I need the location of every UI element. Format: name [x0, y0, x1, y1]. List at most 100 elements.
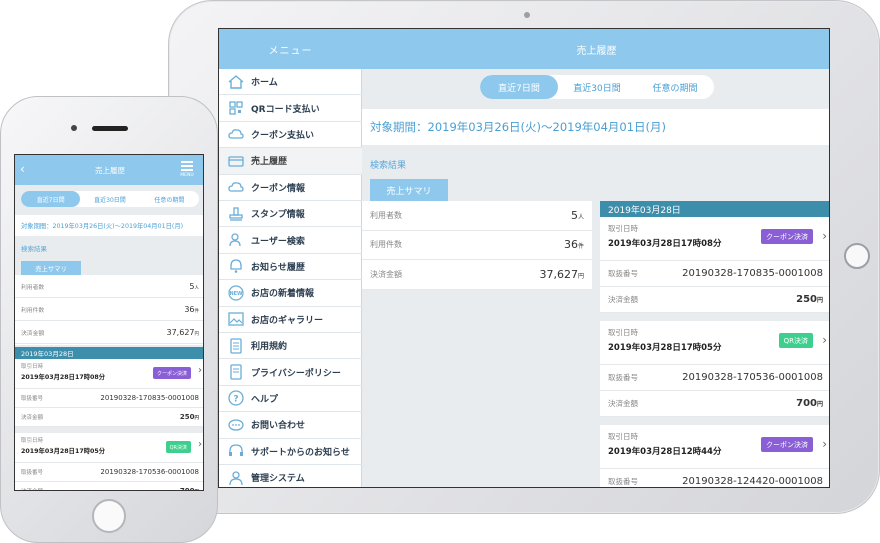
summary-row-count: 利用件数 36件 [362, 231, 592, 260]
sidebar-item[interactable]: お問い合わせ [219, 412, 362, 439]
tablet-screen: メニュー ホーム QRコード支払いクーポン支払い 売上履歴クーポン情報スタンプ情報ユ… [218, 28, 830, 488]
phone-speaker [92, 126, 128, 131]
segment-30days[interactable]: 直近30日間 [80, 191, 139, 207]
segment-custom[interactable]: 任意の期間 [140, 191, 199, 207]
transaction-id-row: 取扱番号 20190328-170536-0001008 [600, 365, 829, 391]
transaction-id: 20190328-170835-0001008 [682, 268, 823, 279]
sales-history-icon [227, 152, 245, 170]
sidebar-item-label: お店の新着情報 [251, 289, 315, 300]
segment-custom[interactable]: 任意の期間 [636, 75, 714, 99]
summary-value: 37,627円 [166, 327, 200, 337]
segment-30days[interactable]: 直近30日間 [558, 75, 636, 99]
transaction-card[interactable]: 取引日時 2019年03月28日17時08分 クーポン決済 › 取扱番号 20190328… [600, 217, 829, 313]
payment-type-badge: QR決済 [778, 333, 813, 348]
menu-label: MENU [180, 173, 194, 178]
transaction-amount-label: 決済金額 [21, 487, 43, 490]
summary-value: 36件 [563, 238, 584, 252]
sidebar-item[interactable]: ユーザー検索 [219, 227, 362, 254]
transaction-amount-row: 決済金額 700円 [15, 482, 203, 491]
sidebar-item[interactable]: サポートからのお知らせ [219, 439, 362, 465]
chevron-right-icon[interactable]: › [198, 365, 202, 376]
payment-type-badge: クーポン決済 [152, 367, 191, 379]
transaction-amount-label: 決済金額 [21, 415, 44, 421]
result-label: 検索結果 [370, 161, 407, 171]
sidebar-item[interactable]: 管理システム [219, 465, 362, 487]
chevron-right-icon[interactable]: › [198, 439, 202, 450]
transaction-id: 20190328-170536-0001008 [682, 372, 823, 383]
sidebar-item-label: 利用規約 [251, 342, 288, 353]
summary-row-amount: 決済金額 37,627円 [15, 321, 203, 344]
terms-icon [227, 337, 245, 355]
tab-sales-summary[interactable]: 売上サマリ [370, 179, 448, 201]
sidebar-item[interactable]: スタンプ情報 [219, 201, 362, 228]
phone-tab-sales-summary[interactable]: 売上サマリ [21, 261, 81, 275]
qr-code-icon [227, 99, 245, 117]
sidebar-title: メニュー [219, 29, 362, 69]
chevron-right-icon[interactable]: › [822, 333, 827, 347]
menu-bar [181, 169, 193, 171]
transaction-id-label: 取扱番号 [21, 470, 44, 476]
main-panel: 売上履歴 直近7日間 直近30日間 任意の期間 対象期間：2019年03月26日… [362, 29, 829, 487]
phone-home-button[interactable] [92, 499, 126, 533]
summary-label: 利用者数 [21, 284, 45, 291]
help-icon: ? [227, 389, 245, 407]
back-chevron-icon[interactable]: ‹ [20, 162, 25, 176]
sidebar-item[interactable]: 売上履歴 [219, 148, 362, 175]
sidebar-item-label: スタンプ情報 [251, 210, 305, 221]
sidebar-item[interactable]: 利用規約 [219, 333, 362, 360]
sidebar-item[interactable]: ホーム [219, 69, 362, 96]
transaction-amount: 700円 [796, 398, 823, 409]
transaction-id-label: 取扱番号 [608, 477, 638, 486]
transaction-amount-row: 決済金額 700円 [600, 391, 829, 417]
transaction-id-label: 取扱番号 [21, 396, 44, 402]
menu-bar [181, 161, 193, 163]
transaction-header: 取引日時 2019年03月28日17時08分 クーポン決済 › [600, 217, 829, 261]
coupon-info-icon [227, 178, 245, 196]
user-search-icon [227, 231, 245, 249]
sidebar-item[interactable]: QRコード支払い [219, 95, 362, 122]
phone-camera [71, 125, 77, 131]
contact-icon [227, 416, 245, 434]
transaction-amount-label: 決済金額 [608, 295, 638, 304]
segment-7days[interactable]: 直近7日間 [480, 75, 558, 99]
sidebar-item[interactable]: クーポン支払い [219, 122, 362, 149]
summary-label: 利用件数 [21, 307, 45, 314]
transaction-card[interactable]: 取引日時 2019年03月28日17時08分 クーポン決済 › 取扱番号 20190328… [15, 359, 203, 427]
summary-label: 利用者数 [370, 210, 402, 220]
transaction-card[interactable]: 取引日時 2019年03月28日17時05分 QR決済 › 取扱番号 20190328-1… [600, 321, 829, 417]
transaction-card[interactable]: 取引日時 2019年03月28日17時05分 QR決済 › 取扱番号 20190328-1… [15, 433, 203, 491]
phone-date-header: 2019年03月28日 [15, 347, 203, 359]
sidebar-item[interactable]: プライバシーポリシー [219, 359, 362, 386]
summary-label: 決済金額 [370, 269, 402, 279]
phone-result-label: 検索結果 [21, 245, 47, 253]
sidebar-item-label: お問い合わせ [251, 421, 306, 432]
sidebar-item-label: 売上履歴 [251, 157, 288, 168]
phone-period-segmented-control: 直近7日間 直近30日間 任意の期間 [21, 191, 199, 207]
stamp-icon [227, 205, 245, 223]
period-text: 対象期間：2019年03月26日(火)〜2019年04月01日(月) [362, 109, 829, 145]
phone-screen: 売上履歴 ‹ MENU 直近7日間 直近30日間 任意の期間 対象期間：2019… [14, 154, 204, 491]
chevron-right-icon[interactable]: › [822, 229, 827, 243]
sidebar-item[interactable]: NEW お店の新着情報 [219, 280, 362, 307]
new-badge-icon: NEW [227, 284, 245, 302]
sidebar-item[interactable]: ? ヘルプ [219, 386, 362, 413]
sidebar-item[interactable]: お知らせ履歴 [219, 254, 362, 281]
sidebar-item-label: ホーム [251, 78, 278, 89]
hamburger-menu-button[interactable]: MENU [175, 159, 199, 181]
summary-table: 利用者数 5人 利用件数 36件 決済金額 37,627円 [362, 201, 592, 290]
sidebar-item-label: お知らせ履歴 [251, 262, 305, 273]
tablet-home-button[interactable] [844, 243, 870, 269]
segment-7days[interactable]: 直近7日間 [21, 191, 81, 207]
transaction-header: 取引日時 2019年03月28日12時44分 クーポン決済 › [600, 425, 829, 469]
payment-type-badge: QR決済 [165, 441, 191, 453]
transaction-id: 20190328-170536-0001008 [100, 468, 199, 476]
chevron-right-icon[interactable]: › [822, 437, 827, 451]
sidebar-item[interactable]: お店のギャラリー [219, 307, 362, 333]
transaction-id: 20190328-170835-0001008 [100, 394, 199, 402]
transaction-amount: 700円 [179, 487, 195, 491]
transaction-card[interactable]: 取引日時 2019年03月28日12時44分 クーポン決済 › 取扱番号 20190328… [600, 425, 829, 487]
menu-bar [181, 165, 193, 167]
sidebar-item[interactable]: クーポン情報 [219, 175, 362, 201]
sidebar-item-label: クーポン支払い [251, 130, 315, 141]
summary-value: 36件 [184, 304, 199, 314]
